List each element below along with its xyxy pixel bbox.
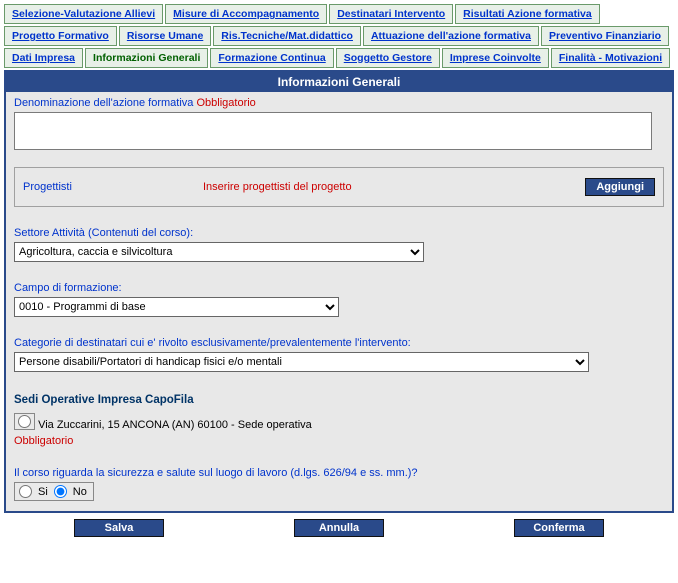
sedi-title: Sedi Operative Impresa CapoFila — [14, 394, 664, 406]
sicurezza-label: Il corso riguarda la sicurezza e salute … — [14, 467, 664, 479]
progettisti-label: Progettisti — [23, 181, 203, 193]
settore-select[interactable]: Agricoltura, caccia e silvicoltura — [14, 242, 424, 262]
sedi-required: Obbligatorio — [14, 435, 664, 447]
tab-preventivo-finanziario[interactable]: Preventivo Finanziario — [541, 26, 669, 46]
sede-row-1: Via Zuccarini, 15 ANCONA (AN) 60100 - Se… — [14, 410, 664, 431]
tab-misure-accompagnamento[interactable]: Misure di Accompagnamento — [165, 4, 327, 24]
conferma-button[interactable]: Conferma — [514, 519, 604, 537]
tab-row-1: Selezione-Valutazione Allievi Misure di … — [4, 4, 674, 24]
panel-informazioni-generali: Informazioni Generali Denominazione dell… — [4, 70, 674, 513]
sicurezza-no-label: No — [73, 486, 87, 498]
tab-row-2: Progetto Formativo Risorse Umane Ris.Tec… — [4, 26, 674, 46]
tab-progetto-formativo[interactable]: Progetto Formativo — [4, 26, 117, 46]
bottom-button-bar: Salva Annulla Conferma — [4, 513, 674, 537]
tab-finalita-motivazioni[interactable]: Finalità - Motivazioni — [551, 48, 670, 68]
denominazione-required: Obbligatorio — [196, 97, 255, 109]
tab-destinatari-intervento[interactable]: Destinatari Intervento — [329, 4, 453, 24]
denominazione-textarea[interactable] — [14, 112, 652, 150]
aggiungi-button[interactable]: Aggiungi — [585, 178, 655, 196]
tab-informazioni-generali[interactable]: Informazioni Generali — [85, 48, 208, 68]
annulla-button[interactable]: Annulla — [294, 519, 384, 537]
progettisti-hint: Inserire progettisti del progetto — [203, 181, 585, 193]
tab-dati-impresa[interactable]: Dati Impresa — [4, 48, 83, 68]
denominazione-label-row: Denominazione dell'azione formativa Obbl… — [14, 97, 664, 109]
sicurezza-si-label: Si — [38, 486, 48, 498]
tab-formazione-continua[interactable]: Formazione Continua — [210, 48, 333, 68]
tab-soggetto-gestore[interactable]: Soggetto Gestore — [336, 48, 440, 68]
panel-title: Informazioni Generali — [6, 72, 672, 92]
tab-risultati-azione[interactable]: Risultati Azione formativa — [455, 4, 600, 24]
campo-select[interactable]: 0010 - Programmi di base — [14, 297, 339, 317]
sede-radio-1[interactable] — [18, 415, 31, 428]
sicurezza-radio-group: Si No — [14, 482, 94, 501]
denominazione-label: Denominazione dell'azione formativa — [14, 97, 193, 109]
sede-text-1: Via Zuccarini, 15 ANCONA (AN) 60100 - Se… — [38, 419, 312, 431]
tab-selezione-valutazione[interactable]: Selezione-Valutazione Allievi — [4, 4, 163, 24]
settore-label: Settore Attività (Contenuti del corso): — [14, 227, 664, 239]
tab-row-3: Dati Impresa Informazioni Generali Forma… — [4, 48, 674, 68]
sicurezza-no-radio[interactable] — [54, 485, 67, 498]
campo-label: Campo di formazione: — [14, 282, 664, 294]
tab-imprese-coinvolte[interactable]: Imprese Coinvolte — [442, 48, 549, 68]
tab-ris-tecniche[interactable]: Ris.Tecniche/Mat.didattico — [213, 26, 361, 46]
progettisti-box: Progettisti Inserire progettisti del pro… — [14, 167, 664, 207]
categorie-label: Categorie di destinatari cui e' rivolto … — [14, 337, 664, 349]
sicurezza-si-radio[interactable] — [19, 485, 32, 498]
tab-attuazione-azione[interactable]: Attuazione dell'azione formativa — [363, 26, 539, 46]
salva-button[interactable]: Salva — [74, 519, 164, 537]
tab-risorse-umane[interactable]: Risorse Umane — [119, 26, 211, 46]
categorie-select[interactable]: Persone disabili/Portatori di handicap f… — [14, 352, 589, 372]
